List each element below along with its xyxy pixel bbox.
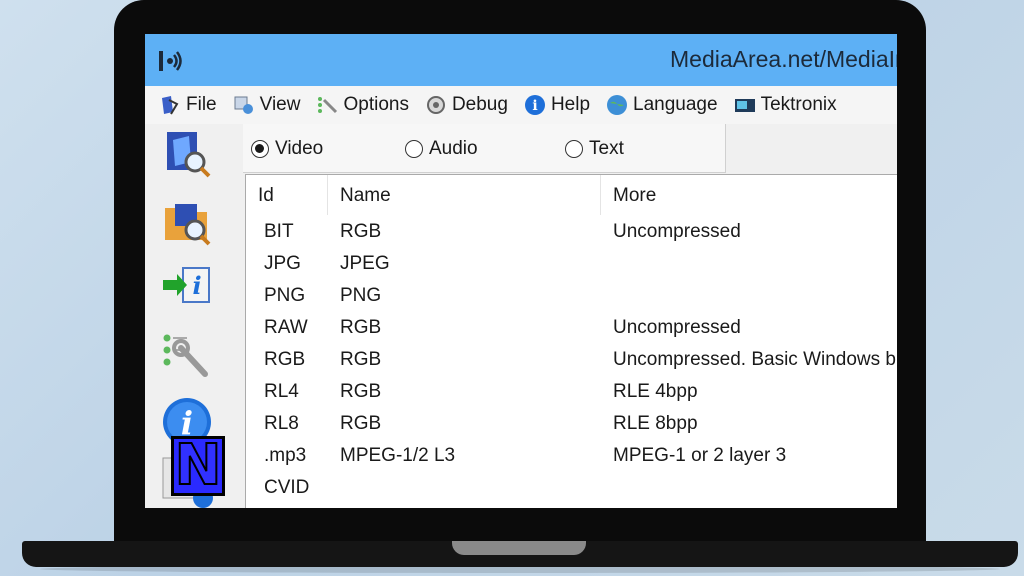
cell-more: Uncompressed. Basic Windows bitmap forma… [613, 349, 897, 370]
cell-id: .mp3 [264, 445, 307, 466]
cell-id: RGB [264, 349, 306, 370]
cell-name: JPEG [340, 253, 390, 274]
cell-more: MPEG-1 or 2 layer 3 [613, 445, 787, 466]
table-row[interactable]: RGB RGB Uncompressed. Basic Windows bitmap… [246, 345, 897, 377]
cell-id: RL8 [264, 413, 299, 434]
column-header-id[interactable]: Id [246, 175, 328, 215]
preferences-icon[interactable] [159, 328, 215, 384]
mediainfo-logo-icon [159, 51, 182, 71]
menu-debug-label: Debug [451, 94, 508, 115]
menu-file-label: File [186, 94, 217, 115]
cell-name: PNG [340, 285, 382, 306]
debug-icon [426, 96, 445, 114]
stream-type-selector: Video Audio Text [243, 124, 726, 173]
radio-audio[interactable]: Audio [405, 138, 478, 160]
menu-tektronix-label: Tektronix [760, 94, 837, 115]
table-row[interactable]: RAW RGB Uncompressed [246, 313, 897, 345]
laptop-notch [452, 541, 586, 555]
table-row[interactable]: RL4 RGB RLE 4bpp [246, 377, 897, 409]
column-header-name[interactable]: Name [328, 175, 601, 215]
view-icon [234, 96, 253, 114]
radio-text-label: Text [589, 138, 624, 159]
cell-name: RGB [340, 349, 382, 370]
table-row[interactable]: .mp3 MPEG-1/2 L3 MPEG-1 or 2 layer 3 [246, 441, 897, 473]
overlay-letter: N [174, 433, 223, 498]
menu-tektronix[interactable]: Tektronix [734, 94, 837, 116]
menu-help-label: Help [550, 94, 591, 115]
help-icon: i [524, 95, 545, 115]
radio-text[interactable]: Text [565, 138, 624, 160]
language-icon [607, 95, 628, 115]
app-window: MediaArea.net/MediaInfo File View Option… [145, 34, 897, 508]
menu-debug[interactable]: Debug [425, 94, 508, 116]
tektronix-icon [734, 99, 755, 112]
options-icon [318, 97, 338, 114]
window-title: MediaArea.net/MediaInfo [670, 46, 897, 72]
cell-name: RGB [340, 221, 382, 242]
radio-audio-label: Audio [429, 138, 478, 159]
cell-name: RGB [340, 413, 382, 434]
radio-video-label: Video [275, 138, 324, 159]
title-bar: MediaArea.net/MediaInfo [145, 34, 897, 86]
cell-id: CVID [264, 477, 310, 498]
radio-video[interactable]: Video [251, 138, 323, 160]
table-row[interactable]: RL8 RGB RLE 8bpp [246, 409, 897, 441]
cell-more: RLE 8bpp [613, 413, 698, 434]
menu-options-label: Options [343, 94, 409, 115]
cell-id: RAW [264, 317, 308, 338]
cell-id: BIT [264, 221, 294, 242]
sidebar-toolbar: i i N [145, 124, 225, 508]
table-row[interactable]: BIT RGB Uncompressed [246, 217, 897, 249]
cell-id: JPG [264, 253, 301, 274]
cell-more: Uncompressed [613, 221, 741, 242]
menu-file[interactable]: File [159, 94, 217, 116]
cell-id: PNG [264, 285, 306, 306]
cell-more: Uncompressed [613, 317, 741, 338]
export-icon[interactable]: i [159, 260, 215, 316]
table-row[interactable]: PNG PNG [246, 281, 897, 313]
cell-name: MPEG-1/2 L3 [340, 445, 456, 466]
list-header: Id Name More [246, 175, 897, 215]
cell-id: RL4 [264, 381, 299, 402]
cell-name: RGB [340, 317, 382, 338]
menu-bar: File View Options Debug i Help Language … [145, 86, 897, 124]
menu-view[interactable]: View [233, 94, 301, 116]
open-file-icon[interactable] [159, 126, 215, 182]
table-row[interactable]: JPG JPEG [246, 249, 897, 281]
overlay-n-logo: N [171, 436, 225, 496]
menu-language[interactable]: Language [606, 94, 718, 116]
radio-video-indicator [251, 140, 269, 158]
file-icon [162, 96, 179, 115]
menu-help[interactable]: i Help [524, 94, 590, 116]
menu-view-label: View [259, 94, 301, 115]
table-row[interactable]: CVID [246, 473, 897, 505]
cell-name: RGB [340, 381, 382, 402]
cell-more: RLE 4bpp [613, 381, 698, 402]
column-header-more[interactable]: More [601, 175, 897, 215]
codec-list[interactable]: Id Name More BIT RGB Uncompressed JPG JPEG PN… [245, 174, 897, 508]
svg-text:i: i [192, 271, 201, 300]
menu-language-label: Language [633, 94, 718, 115]
svg-text:i: i [532, 98, 537, 114]
open-folder-icon[interactable] [159, 194, 215, 250]
radio-text-indicator [565, 140, 583, 158]
radio-audio-indicator [405, 140, 423, 158]
menu-options[interactable]: Options [316, 94, 409, 116]
